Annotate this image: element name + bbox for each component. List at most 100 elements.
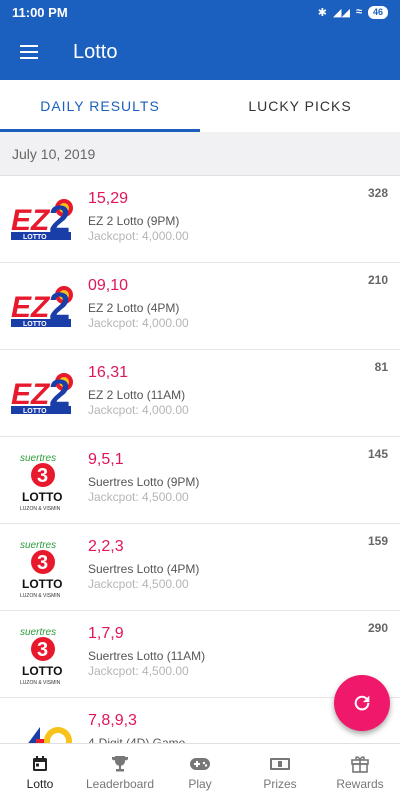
wifi-icon: ≈ bbox=[355, 6, 362, 18]
svg-text:LUZON & VISMIN: LUZON & VISMIN bbox=[20, 506, 61, 512]
game-logo bbox=[0, 698, 88, 743]
result-info: 9,5,1 Suertres Lotto (9PM) Jackcpot: 4,500… bbox=[88, 437, 199, 523]
result-row[interactable]: suertres 3 LOTTO LUZON & VISMIN 2,2,3 Suertre… bbox=[0, 524, 400, 611]
results-list[interactable]: EZ 2 LOTTO 15,29 EZ 2 Lotto (9PM) Jackcpot: 4… bbox=[0, 176, 400, 743]
nav-play[interactable]: Play bbox=[160, 744, 240, 800]
game-name: EZ 2 Lotto (11AM) bbox=[88, 388, 186, 402]
game-logo: suertres 3 LOTTO LUZON & VISMIN bbox=[0, 611, 88, 697]
gamepad-icon bbox=[189, 753, 211, 775]
ez2-lotto-logo: EZ 2LOTTO bbox=[11, 286, 73, 328]
result-row[interactable]: suertres 3 LOTTO LUZON & VISMIN 9,5,1 Suertre… bbox=[0, 437, 400, 524]
status-bar: 11:00 PM ✱ ◢◢ ≈ 46 bbox=[0, 0, 400, 24]
game-logo: EZ 2 LOTTO bbox=[0, 176, 88, 262]
result-info: 16,31 EZ 2 Lotto (11AM) Jackcpot: 4,000.00 bbox=[88, 350, 189, 436]
prize-ticket-icon bbox=[269, 753, 291, 775]
signal-icon: ◢◢ bbox=[333, 6, 350, 19]
result-info: 2,2,3 Suertres Lotto (4PM) Jackcpot: 4,500… bbox=[88, 524, 199, 610]
game-name: Suertres Lotto (11AM) bbox=[88, 649, 206, 663]
nav-leaderboard[interactable]: Leaderboard bbox=[80, 744, 160, 800]
battery-icon: 46 bbox=[367, 5, 388, 19]
jackpot-amount: Jackcpot: 4,000.00 bbox=[88, 403, 189, 417]
ez2-lotto-logo: EZ 2LOTTO bbox=[11, 199, 73, 241]
trophy-icon bbox=[110, 753, 130, 775]
jackpot-amount: Jackcpot: 4,000.00 bbox=[88, 316, 189, 330]
svg-text:LOTTO: LOTTO bbox=[22, 577, 62, 591]
nav-lotto-label: Lotto bbox=[26, 777, 54, 791]
hamburger-icon bbox=[20, 45, 38, 59]
svg-text:suertres: suertres bbox=[20, 453, 56, 464]
nav-prizes[interactable]: Prizes bbox=[240, 744, 320, 800]
tab-daily-results[interactable]: DAILY RESULTS bbox=[0, 80, 200, 132]
suertres-lotto-logo: suertres3 LOTTO LUZON & VISMIN bbox=[20, 627, 62, 686]
svg-text:LOTTO: LOTTO bbox=[22, 664, 62, 678]
svg-text:suertres: suertres bbox=[20, 627, 56, 638]
result-row[interactable]: EZ 2 LOTTO 09,10 EZ 2 Lotto (4PM) Jackcpot: 4… bbox=[0, 263, 400, 350]
result-count: 159 bbox=[367, 534, 388, 548]
jackpot-amount: Jackcpot: 4,500.00 bbox=[88, 490, 189, 504]
svg-text:3: 3 bbox=[37, 639, 48, 661]
winning-numbers: 1,7,9 bbox=[88, 625, 124, 642]
status-time: 11:00 PM bbox=[12, 4, 68, 20]
result-row[interactable]: EZ 2 LOTTO 16,31 EZ 2 Lotto (11AM) Jackcpot: … bbox=[0, 350, 400, 437]
gift-icon bbox=[350, 753, 370, 775]
jackpot-amount: Jackcpot: 4,000.00 bbox=[88, 229, 189, 243]
svg-text:LOTTO: LOTTO bbox=[23, 234, 47, 241]
winning-numbers: 15,29 bbox=[88, 190, 129, 207]
svg-text:3: 3 bbox=[37, 552, 48, 574]
result-count: 290 bbox=[367, 621, 388, 635]
tab-bar: DAILY RESULTS LUCKY PICKS bbox=[0, 80, 400, 132]
game-name: Suertres Lotto (9PM) bbox=[88, 475, 200, 489]
svg-text:LOTTO: LOTTO bbox=[22, 490, 62, 504]
svg-text:LOTTO: LOTTO bbox=[23, 321, 47, 328]
jackpot-amount: Jackcpot: 4,500.00 bbox=[88, 577, 189, 591]
svg-text:3: 3 bbox=[37, 465, 48, 487]
svg-text:suertres: suertres bbox=[20, 540, 56, 551]
bottom-nav: Lotto Leaderboard Play Prizes Rewards bbox=[0, 743, 400, 800]
nav-leaderboard-label: Leaderboard bbox=[85, 777, 155, 791]
nav-lotto[interactable]: Lotto bbox=[0, 744, 80, 800]
menu-button[interactable] bbox=[0, 24, 58, 80]
game-name: 4-Digit (4D) Game bbox=[88, 736, 186, 743]
refresh-icon bbox=[354, 695, 370, 711]
nav-rewards[interactable]: Rewards bbox=[320, 744, 400, 800]
svg-text:LUZON & VISMIN: LUZON & VISMIN bbox=[20, 593, 61, 599]
refresh-button[interactable] bbox=[334, 675, 390, 731]
suertres-lotto-logo: suertres3 LOTTO LUZON & VISMIN bbox=[20, 453, 62, 512]
winning-numbers: 16,31 bbox=[88, 364, 129, 381]
4d-lotto-logo bbox=[28, 727, 72, 743]
bluetooth-icon: ✱ bbox=[317, 6, 328, 19]
result-row[interactable]: EZ 2 LOTTO 15,29 EZ 2 Lotto (9PM) Jackcpot: 4… bbox=[0, 176, 400, 263]
status-icons: ✱ ◢◢ ≈ 46 bbox=[317, 5, 388, 19]
svg-text:LOTTO: LOTTO bbox=[23, 408, 47, 415]
result-count: 328 bbox=[367, 186, 388, 200]
nav-prizes-label: Prizes bbox=[263, 777, 297, 791]
winning-numbers: 9,5,1 bbox=[88, 451, 124, 468]
game-name: EZ 2 Lotto (4PM) bbox=[88, 301, 180, 315]
result-count: 145 bbox=[367, 447, 388, 461]
ez2-lotto-logo: EZ 2LOTTO bbox=[11, 373, 73, 415]
result-info: 1,7,9 Suertres Lotto (11AM) Jackcpot: 4,50… bbox=[88, 611, 205, 697]
game-logo: suertres 3 LOTTO LUZON & VISMIN bbox=[0, 437, 88, 523]
winning-numbers: 2,2,3 bbox=[88, 538, 124, 555]
winning-numbers: 09,10 bbox=[88, 277, 129, 294]
page-title: Lotto bbox=[73, 40, 118, 63]
game-logo: EZ 2 LOTTO bbox=[0, 263, 88, 349]
nav-play-label: Play bbox=[188, 777, 212, 791]
calendar-icon bbox=[31, 753, 49, 775]
result-info: 15,29 EZ 2 Lotto (9PM) Jackcpot: 4,000.00 bbox=[88, 176, 189, 262]
game-name: EZ 2 Lotto (9PM) bbox=[88, 214, 180, 228]
game-logo: EZ 2 LOTTO bbox=[0, 350, 88, 436]
nav-rewards-label: Rewards bbox=[336, 777, 384, 791]
svg-text:LUZON & VISMIN: LUZON & VISMIN bbox=[20, 680, 61, 686]
app-bar: Lotto bbox=[0, 24, 400, 80]
tab-lucky-picks[interactable]: LUCKY PICKS bbox=[200, 80, 400, 132]
result-info: 7,8,9,3 4-Digit (4D) Game bbox=[88, 698, 185, 743]
suertres-lotto-logo: suertres3 LOTTO LUZON & VISMIN bbox=[20, 540, 62, 599]
result-count: 210 bbox=[367, 273, 388, 287]
winning-numbers: 7,8,9,3 bbox=[88, 712, 137, 729]
game-logo: suertres 3 LOTTO LUZON & VISMIN bbox=[0, 524, 88, 610]
jackpot-amount: Jackcpot: 4,500.00 bbox=[88, 664, 189, 678]
result-count: 81 bbox=[374, 360, 388, 374]
date-header: July 10, 2019 bbox=[0, 132, 400, 176]
game-name: Suertres Lotto (4PM) bbox=[88, 562, 200, 576]
